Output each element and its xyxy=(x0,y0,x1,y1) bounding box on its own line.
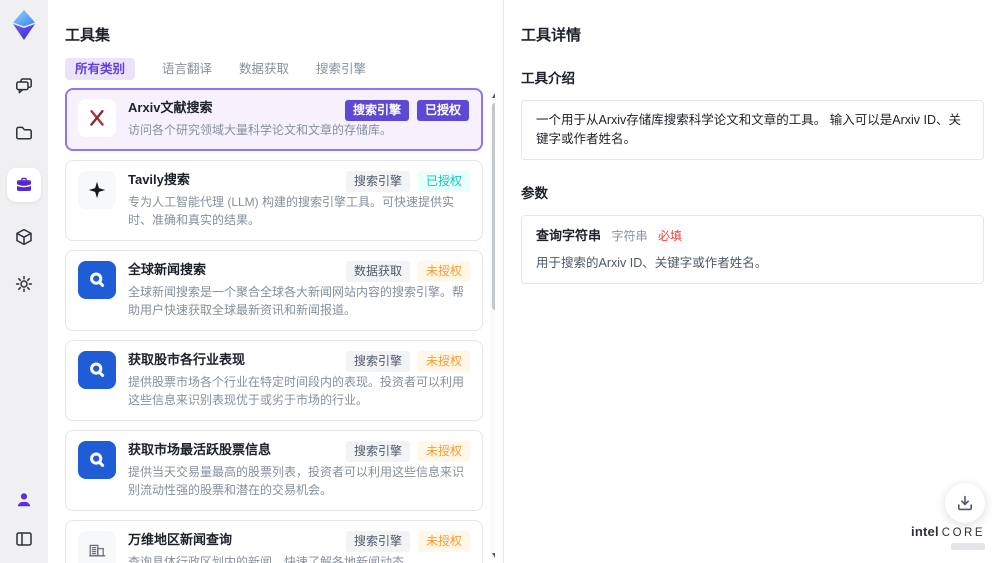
sidebar xyxy=(0,0,48,563)
intro-text: 一个用于从Arxiv存储库搜索科学论文和文章的工具。 输入可以是Arxiv ID… xyxy=(536,113,962,146)
category-badge: 搜索引擎 xyxy=(344,100,409,121)
intel-core-logo: intel core xyxy=(911,523,985,550)
tool-description: 查询具体行政区划内的新闻，快速了解各地新闻动态。 xyxy=(128,555,417,563)
tool-description: 访问各个研究领域大量科学论文和文章的存储库。 xyxy=(128,123,393,137)
auth-status-badge: 未授权 xyxy=(417,261,470,282)
category-badge: 搜索引擎 xyxy=(345,531,410,552)
intro-heading: 工具介绍 xyxy=(521,71,575,86)
param-description: 用于搜索的Arxiv ID、关键字或作者姓名。 xyxy=(536,256,768,270)
tool-card-tavily[interactable]: Tavily搜索 专为人工智能代理 (LLM) 构建的搜索引擎工具。可快速提供实… xyxy=(65,160,483,241)
param-name: 查询字符串 xyxy=(536,228,602,243)
sparkle-star-icon xyxy=(78,171,116,209)
param-type: 字符串 xyxy=(611,229,648,243)
category-badge: 搜索引擎 xyxy=(345,351,410,372)
magnifier-icon xyxy=(78,351,116,389)
param-box: 查询字符串 字符串 必填 用于搜索的Arxiv ID、关键字或作者姓名。 xyxy=(521,215,984,284)
brand-primary: intel xyxy=(911,524,939,539)
main-content: 工具集 所有类别 语言翻译 数据获取 搜索引擎 Arxiv文献搜索 访问各个研究… xyxy=(48,0,1000,563)
toolbox-icon[interactable] xyxy=(7,168,41,202)
tools-panel: 工具集 所有类别 语言翻译 数据获取 搜索引擎 Arxiv文献搜索 访问各个研究… xyxy=(48,0,503,563)
scroll-up-arrow-icon[interactable] xyxy=(491,93,495,98)
magnifier-icon xyxy=(78,261,116,299)
panel-toggle-icon[interactable] xyxy=(12,527,36,551)
category-badge: 搜索引擎 xyxy=(345,441,410,462)
auth-status-badge: 未授权 xyxy=(417,531,470,552)
tool-card-arxiv[interactable]: Arxiv文献搜索 访问各个研究领域大量科学论文和文章的存储库。 搜索引擎 已授… xyxy=(65,88,483,151)
tool-description: 提供当天交易量最高的股票列表，投资者可以利用这些信息来识别流动性强的股票和潜在的… xyxy=(128,465,465,497)
gear-icon[interactable] xyxy=(12,272,36,296)
magnifier-icon xyxy=(78,441,116,479)
tool-description: 提供股票市场各个行业在特定时间段内的表现。投资者可以利用这些信息来识别表现优于或… xyxy=(128,375,465,407)
tools-panel-title: 工具集 xyxy=(65,27,111,44)
download-icon xyxy=(958,495,972,511)
app-logo xyxy=(10,10,38,40)
auth-status-badge: 已授权 xyxy=(416,100,469,121)
tool-description: 全球新闻搜索是一个聚合全球各大新闻网站内容的搜索引擎。帮助用户快速获取全球最新资… xyxy=(128,285,465,317)
category-badge: 数据获取 xyxy=(345,261,410,282)
params-heading: 参数 xyxy=(521,186,548,201)
category-badge: 搜索引擎 xyxy=(345,171,410,192)
list-scrollbar[interactable] xyxy=(490,90,495,561)
auth-status-badge: 已授权 xyxy=(417,171,470,192)
arxiv-logo-icon xyxy=(78,99,116,137)
tab-language-translation[interactable]: 语言翻译 xyxy=(162,58,212,80)
auth-status-badge: 未授权 xyxy=(417,441,470,462)
tool-card-sector-performance[interactable]: 获取股市各行业表现 提供股票市场各个行业在特定时间段内的表现。投资者可以利用这些… xyxy=(65,340,483,421)
tab-data-acquisition[interactable]: 数据获取 xyxy=(239,58,289,80)
category-tabs: 所有类别 语言翻译 数据获取 搜索引擎 xyxy=(65,58,366,80)
tool-list: Arxiv文献搜索 访问各个研究领域大量科学论文和文章的存储库。 搜索引擎 已授… xyxy=(65,88,495,563)
sidebar-nav xyxy=(7,74,41,296)
cube-icon[interactable] xyxy=(12,225,36,249)
user-icon[interactable] xyxy=(12,488,36,512)
tab-all-categories[interactable]: 所有类别 xyxy=(65,58,136,80)
brand-watermark xyxy=(951,543,985,550)
intro-box: 一个用于从Arxiv存储库搜索科学论文和文章的工具。 输入可以是Arxiv ID… xyxy=(521,100,984,160)
scroll-down-arrow-icon[interactable] xyxy=(491,553,495,558)
tool-card-region-news[interactable]: 万维地区新闻查询 查询具体行政区划内的新闻，快速了解各地新闻动态。 搜索引擎 未… xyxy=(65,520,483,563)
folder-icon[interactable] xyxy=(12,121,36,145)
brand-secondary: core xyxy=(941,527,985,539)
tool-card-most-active-stocks[interactable]: 获取市场最活跃股票信息 提供当天交易量最高的股票列表，投资者可以利用这些信息来识… xyxy=(65,430,483,511)
chat-icon[interactable] xyxy=(12,74,36,98)
tool-details-panel: 工具详情 工具介绍 一个用于从Arxiv存储库搜索科学论文和文章的工具。 输入可… xyxy=(503,0,1000,563)
details-title: 工具详情 xyxy=(521,27,582,44)
scrollbar-thumb[interactable] xyxy=(491,103,495,310)
download-button[interactable] xyxy=(945,483,985,523)
tool-description: 专为人工智能代理 (LLM) 构建的搜索引擎工具。可快速提供实时、准确和真实的结… xyxy=(128,195,455,227)
sidebar-bottom xyxy=(12,488,36,551)
app-window: 工具集 所有类别 语言翻译 数据获取 搜索引擎 Arxiv文献搜索 访问各个研究… xyxy=(0,0,1000,563)
region-building-icon xyxy=(78,531,116,563)
tab-search-engine[interactable]: 搜索引擎 xyxy=(316,58,366,80)
param-required-badge: 必填 xyxy=(658,229,683,243)
tool-card-global-news[interactable]: 全球新闻搜索 全球新闻搜索是一个聚合全球各大新闻网站内容的搜索引擎。帮助用户快速… xyxy=(65,250,483,331)
auth-status-badge: 未授权 xyxy=(417,351,470,372)
